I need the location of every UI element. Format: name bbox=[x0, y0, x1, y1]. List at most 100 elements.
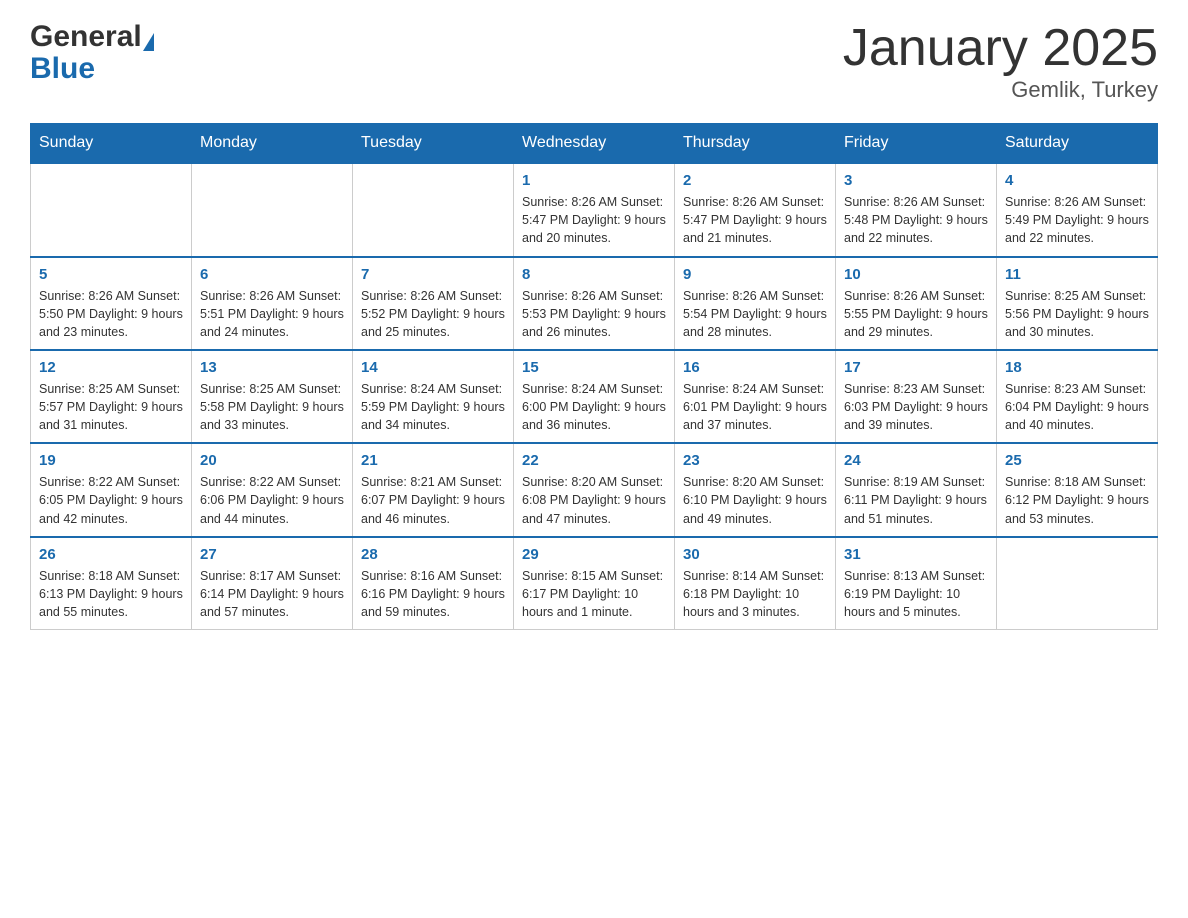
calendar-cell: 9Sunrise: 8:26 AM Sunset: 5:54 PM Daylig… bbox=[675, 257, 836, 350]
day-info: Sunrise: 8:26 AM Sunset: 5:53 PM Dayligh… bbox=[522, 287, 666, 341]
day-info: Sunrise: 8:19 AM Sunset: 6:11 PM Dayligh… bbox=[844, 473, 988, 527]
day-info: Sunrise: 8:16 AM Sunset: 6:16 PM Dayligh… bbox=[361, 567, 505, 621]
day-number: 27 bbox=[200, 546, 344, 563]
day-info: Sunrise: 8:25 AM Sunset: 5:57 PM Dayligh… bbox=[39, 380, 183, 434]
day-number: 10 bbox=[844, 266, 988, 283]
calendar-cell: 3 Sunrise: 8:26 AM Sunset: 5:48 PM Daylig… bbox=[836, 163, 997, 256]
calendar-cell: 23Sunrise: 8:20 AM Sunset: 6:10 PM Dayli… bbox=[675, 443, 836, 536]
day-info: Sunrise: 8:26 AM Sunset: 5:47 PM Dayligh… bbox=[522, 193, 666, 247]
calendar-header: SundayMondayTuesdayWednesdayThursdayFrid… bbox=[31, 124, 1158, 164]
column-header-wednesday: Wednesday bbox=[514, 124, 675, 164]
brand-arrow-icon bbox=[143, 33, 154, 51]
calendar-cell: 22 Sunrise: 8:20 AM Sunset: 6:08 PM Dayli… bbox=[514, 443, 675, 536]
day-info: Sunrise: 8:26 AM Sunset: 5:50 PM Dayligh… bbox=[39, 287, 183, 341]
column-header-thursday: Thursday bbox=[675, 124, 836, 164]
day-number: 7 bbox=[361, 266, 505, 283]
day-info: Sunrise: 8:17 AM Sunset: 6:14 PM Dayligh… bbox=[200, 567, 344, 621]
day-info: Sunrise: 8:26 AM Sunset: 5:51 PM Dayligh… bbox=[200, 287, 344, 341]
calendar-cell bbox=[997, 537, 1158, 630]
day-number: 29 bbox=[522, 546, 666, 563]
calendar-cell: 13 Sunrise: 8:25 AM Sunset: 5:58 PM Dayli… bbox=[192, 350, 353, 443]
day-info: Sunrise: 8:20 AM Sunset: 6:08 PM Dayligh… bbox=[522, 473, 666, 527]
day-number: 8 bbox=[522, 266, 666, 283]
calendar-cell: 5Sunrise: 8:26 AM Sunset: 5:50 PM Daylig… bbox=[31, 257, 192, 350]
day-info: Sunrise: 8:18 AM Sunset: 6:12 PM Dayligh… bbox=[1005, 473, 1149, 527]
calendar-cell: 29 Sunrise: 8:15 AM Sunset: 6:17 PM Dayli… bbox=[514, 537, 675, 630]
calendar-cell: 12 Sunrise: 8:25 AM Sunset: 5:57 PM Dayli… bbox=[31, 350, 192, 443]
calendar-cell bbox=[31, 163, 192, 256]
day-info: Sunrise: 8:23 AM Sunset: 6:04 PM Dayligh… bbox=[1005, 380, 1149, 434]
calendar-cell: 24 Sunrise: 8:19 AM Sunset: 6:11 PM Dayli… bbox=[836, 443, 997, 536]
day-number: 12 bbox=[39, 359, 183, 376]
day-number: 25 bbox=[1005, 452, 1149, 469]
calendar-cell: 20 Sunrise: 8:22 AM Sunset: 6:06 PM Dayli… bbox=[192, 443, 353, 536]
calendar-cell: 17 Sunrise: 8:23 AM Sunset: 6:03 PM Dayli… bbox=[836, 350, 997, 443]
day-info: Sunrise: 8:22 AM Sunset: 6:05 PM Dayligh… bbox=[39, 473, 183, 527]
title-section: January 2025 Gemlik, Turkey bbox=[843, 20, 1158, 103]
day-info: Sunrise: 8:26 AM Sunset: 5:48 PM Dayligh… bbox=[844, 193, 988, 247]
day-number: 14 bbox=[361, 359, 505, 376]
day-info: Sunrise: 8:22 AM Sunset: 6:06 PM Dayligh… bbox=[200, 473, 344, 527]
logo: General Blue bbox=[30, 20, 154, 86]
column-header-saturday: Saturday bbox=[997, 124, 1158, 164]
calendar-cell: 30 Sunrise: 8:14 AM Sunset: 6:18 PM Dayli… bbox=[675, 537, 836, 630]
day-number: 3 bbox=[844, 172, 988, 189]
calendar-week-2: 5Sunrise: 8:26 AM Sunset: 5:50 PM Daylig… bbox=[31, 257, 1158, 350]
calendar-cell: 28 Sunrise: 8:16 AM Sunset: 6:16 PM Dayli… bbox=[353, 537, 514, 630]
day-info: Sunrise: 8:15 AM Sunset: 6:17 PM Dayligh… bbox=[522, 567, 666, 621]
calendar-cell: 25 Sunrise: 8:18 AM Sunset: 6:12 PM Dayli… bbox=[997, 443, 1158, 536]
day-info: Sunrise: 8:24 AM Sunset: 6:00 PM Dayligh… bbox=[522, 380, 666, 434]
calendar-cell bbox=[192, 163, 353, 256]
day-number: 21 bbox=[361, 452, 505, 469]
calendar-cell: 26 Sunrise: 8:18 AM Sunset: 6:13 PM Dayli… bbox=[31, 537, 192, 630]
day-number: 13 bbox=[200, 359, 344, 376]
column-header-tuesday: Tuesday bbox=[353, 124, 514, 164]
brand-blue: Blue bbox=[30, 52, 95, 86]
column-header-friday: Friday bbox=[836, 124, 997, 164]
calendar-cell: 8 Sunrise: 8:26 AM Sunset: 5:53 PM Daylig… bbox=[514, 257, 675, 350]
day-info: Sunrise: 8:23 AM Sunset: 6:03 PM Dayligh… bbox=[844, 380, 988, 434]
calendar-table: SundayMondayTuesdayWednesdayThursdayFrid… bbox=[30, 123, 1158, 630]
calendar-cell: 15 Sunrise: 8:24 AM Sunset: 6:00 PM Dayli… bbox=[514, 350, 675, 443]
month-title: January 2025 bbox=[843, 20, 1158, 77]
day-number: 19 bbox=[39, 452, 183, 469]
calendar-cell: 10 Sunrise: 8:26 AM Sunset: 5:55 PM Dayli… bbox=[836, 257, 997, 350]
day-number: 31 bbox=[844, 546, 988, 563]
calendar-cell: 2Sunrise: 8:26 AM Sunset: 5:47 PM Daylig… bbox=[675, 163, 836, 256]
day-number: 16 bbox=[683, 359, 827, 376]
location: Gemlik, Turkey bbox=[843, 77, 1158, 103]
day-info: Sunrise: 8:18 AM Sunset: 6:13 PM Dayligh… bbox=[39, 567, 183, 621]
day-info: Sunrise: 8:21 AM Sunset: 6:07 PM Dayligh… bbox=[361, 473, 505, 527]
day-number: 9 bbox=[683, 266, 827, 283]
day-number: 11 bbox=[1005, 266, 1149, 283]
day-number: 28 bbox=[361, 546, 505, 563]
calendar-week-5: 26 Sunrise: 8:18 AM Sunset: 6:13 PM Dayli… bbox=[31, 537, 1158, 630]
calendar-cell: 7Sunrise: 8:26 AM Sunset: 5:52 PM Daylig… bbox=[353, 257, 514, 350]
calendar-week-3: 12 Sunrise: 8:25 AM Sunset: 5:57 PM Dayli… bbox=[31, 350, 1158, 443]
calendar-cell: 27 Sunrise: 8:17 AM Sunset: 6:14 PM Dayli… bbox=[192, 537, 353, 630]
calendar-cell: 4Sunrise: 8:26 AM Sunset: 5:49 PM Daylig… bbox=[997, 163, 1158, 256]
day-number: 24 bbox=[844, 452, 988, 469]
day-number: 4 bbox=[1005, 172, 1149, 189]
day-number: 15 bbox=[522, 359, 666, 376]
page-header: General Blue January 2025 Gemlik, Turkey bbox=[30, 20, 1158, 103]
calendar-cell: 1 Sunrise: 8:26 AM Sunset: 5:47 PM Daylig… bbox=[514, 163, 675, 256]
day-number: 23 bbox=[683, 452, 827, 469]
day-number: 30 bbox=[683, 546, 827, 563]
day-info: Sunrise: 8:24 AM Sunset: 6:01 PM Dayligh… bbox=[683, 380, 827, 434]
calendar-week-4: 19 Sunrise: 8:22 AM Sunset: 6:05 PM Dayli… bbox=[31, 443, 1158, 536]
day-info: Sunrise: 8:25 AM Sunset: 5:58 PM Dayligh… bbox=[200, 380, 344, 434]
calendar-cell: 31 Sunrise: 8:13 AM Sunset: 6:19 PM Dayli… bbox=[836, 537, 997, 630]
calendar-cell bbox=[353, 163, 514, 256]
day-info: Sunrise: 8:26 AM Sunset: 5:55 PM Dayligh… bbox=[844, 287, 988, 341]
day-number: 22 bbox=[522, 452, 666, 469]
day-number: 1 bbox=[522, 172, 666, 189]
column-header-monday: Monday bbox=[192, 124, 353, 164]
day-number: 26 bbox=[39, 546, 183, 563]
day-info: Sunrise: 8:13 AM Sunset: 6:19 PM Dayligh… bbox=[844, 567, 988, 621]
day-info: Sunrise: 8:14 AM Sunset: 6:18 PM Dayligh… bbox=[683, 567, 827, 621]
calendar-cell: 21 Sunrise: 8:21 AM Sunset: 6:07 PM Dayli… bbox=[353, 443, 514, 536]
calendar-cell: 18Sunrise: 8:23 AM Sunset: 6:04 PM Dayli… bbox=[997, 350, 1158, 443]
day-number: 20 bbox=[200, 452, 344, 469]
day-number: 17 bbox=[844, 359, 988, 376]
